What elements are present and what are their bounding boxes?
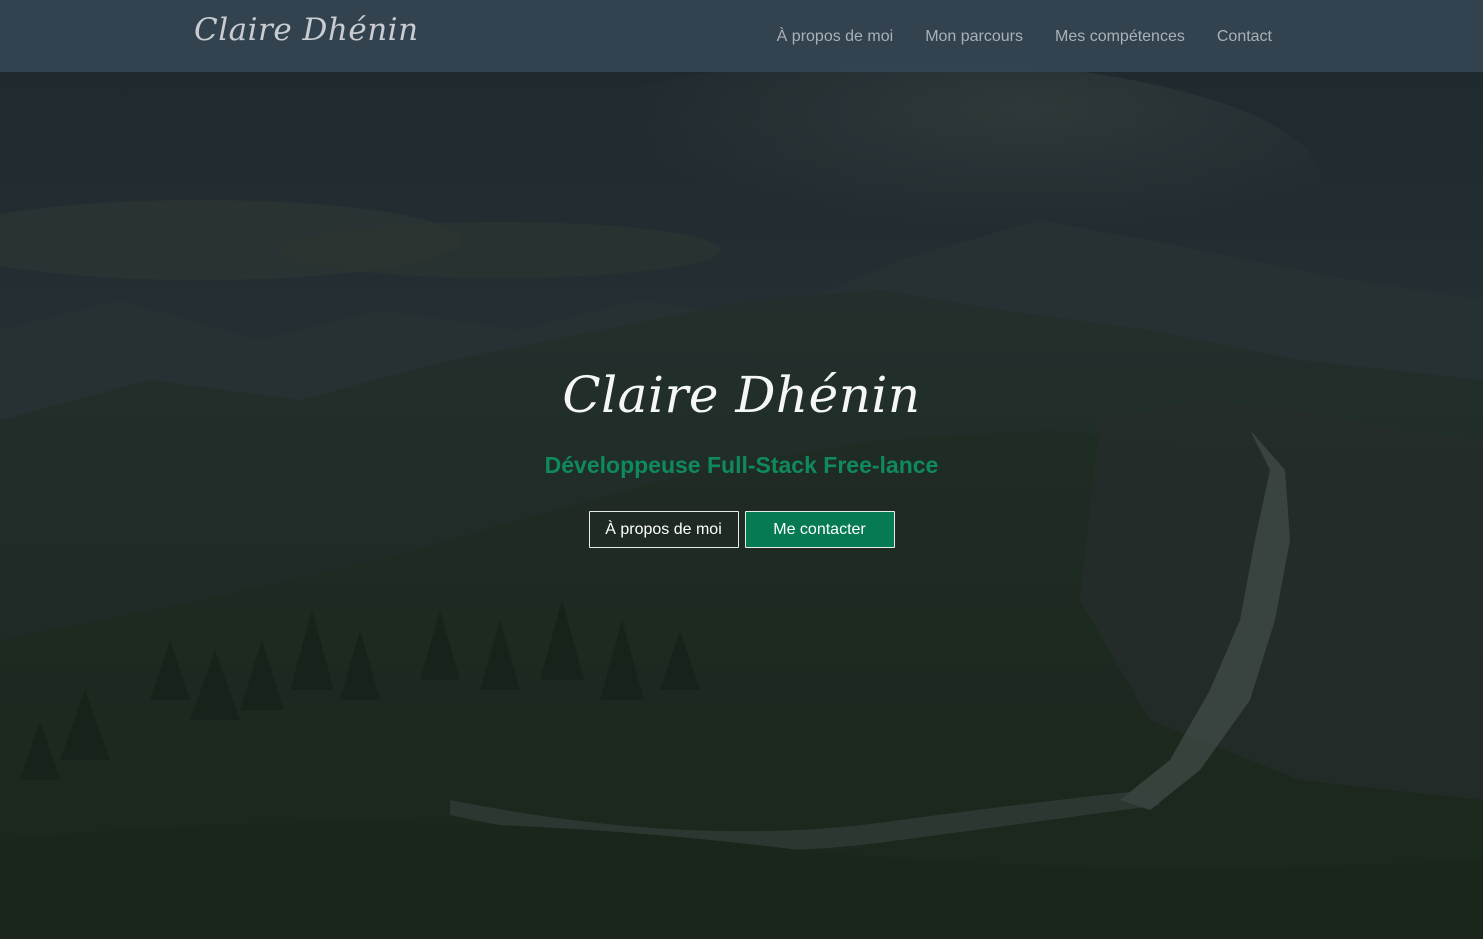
navbar: Claire Dhénin À propos de moi Mon parcou… bbox=[0, 0, 1483, 72]
brand-logo-link[interactable]: Claire Dhénin bbox=[194, 12, 419, 48]
nav-link-skills[interactable]: Mes compétences bbox=[1055, 28, 1185, 45]
hero-section: Claire Dhénin Développeuse Full-Stack Fr… bbox=[0, 360, 1483, 548]
nav-link-career[interactable]: Mon parcours bbox=[925, 28, 1023, 45]
about-button[interactable]: À propos de moi bbox=[588, 511, 739, 548]
hero-title: Claire Dhénin bbox=[562, 366, 921, 424]
contact-button[interactable]: Me contacter bbox=[744, 511, 895, 548]
nav-item: Mon parcours bbox=[925, 26, 1023, 46]
nav-links: À propos de moi Mon parcours Mes compéte… bbox=[777, 0, 1272, 72]
nav-item: Mes compétences bbox=[1055, 26, 1185, 46]
hero-buttons: À propos de moi Me contacter bbox=[0, 511, 1483, 548]
nav-link-contact[interactable]: Contact bbox=[1217, 28, 1272, 45]
nav-link-about[interactable]: À propos de moi bbox=[777, 28, 894, 45]
nav-item: Contact bbox=[1217, 26, 1272, 46]
hero-subtitle: Développeuse Full-Stack Free-lance bbox=[544, 452, 939, 478]
page: Claire Dhénin À propos de moi Mon parcou… bbox=[0, 0, 1483, 939]
nav-item: À propos de moi bbox=[777, 26, 894, 46]
